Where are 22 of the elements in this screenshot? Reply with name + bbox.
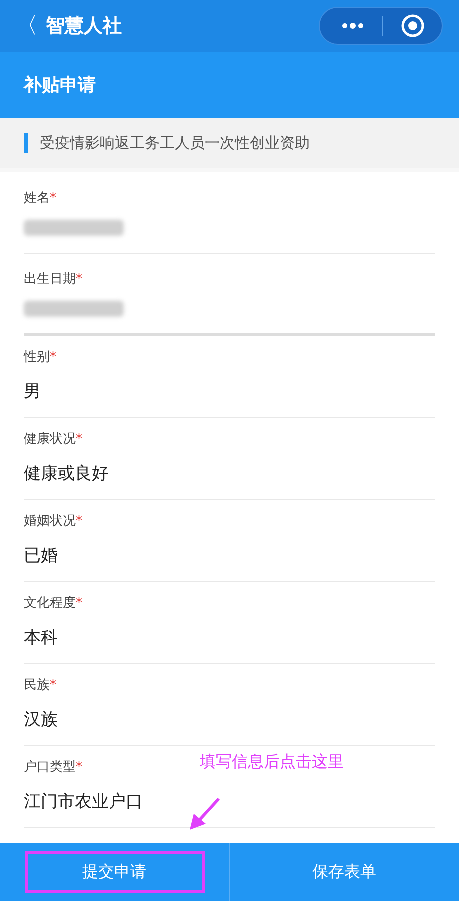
field-label: 户口类型* bbox=[24, 759, 82, 777]
annotation-text: 填写信息后点击这里 bbox=[200, 751, 344, 773]
more-icon[interactable] bbox=[342, 23, 364, 29]
page-title: 补贴申请 bbox=[24, 74, 96, 98]
close-target-icon[interactable] bbox=[401, 14, 425, 38]
field-value[interactable]: 男 bbox=[24, 380, 435, 405]
field-label: 姓名* bbox=[24, 190, 56, 208]
field-label: 健康状况* bbox=[24, 431, 82, 449]
field-label: 出生日期* bbox=[24, 270, 82, 289]
nav-title: 智慧人社 bbox=[46, 14, 122, 39]
field-label: 文化程度* bbox=[24, 595, 82, 613]
field-value[interactable]: 江门市农业户口 bbox=[24, 790, 435, 815]
field-label: 性别* bbox=[24, 349, 56, 367]
field-value[interactable]: 汉族 bbox=[24, 708, 435, 733]
back-button[interactable]: 〈 bbox=[16, 10, 38, 42]
field-value[interactable]: 健康或良好 bbox=[24, 462, 435, 487]
annotation-arrow-icon bbox=[188, 796, 222, 832]
field-label: 婚姻状况* bbox=[24, 513, 82, 531]
section-title: 受疫情影响返工务工人员一次性创业资助 bbox=[40, 132, 310, 154]
field-label: 民族* bbox=[24, 677, 56, 695]
field-value[interactable]: 本科 bbox=[24, 626, 435, 651]
field-value[interactable]: 已婚 bbox=[24, 544, 435, 569]
